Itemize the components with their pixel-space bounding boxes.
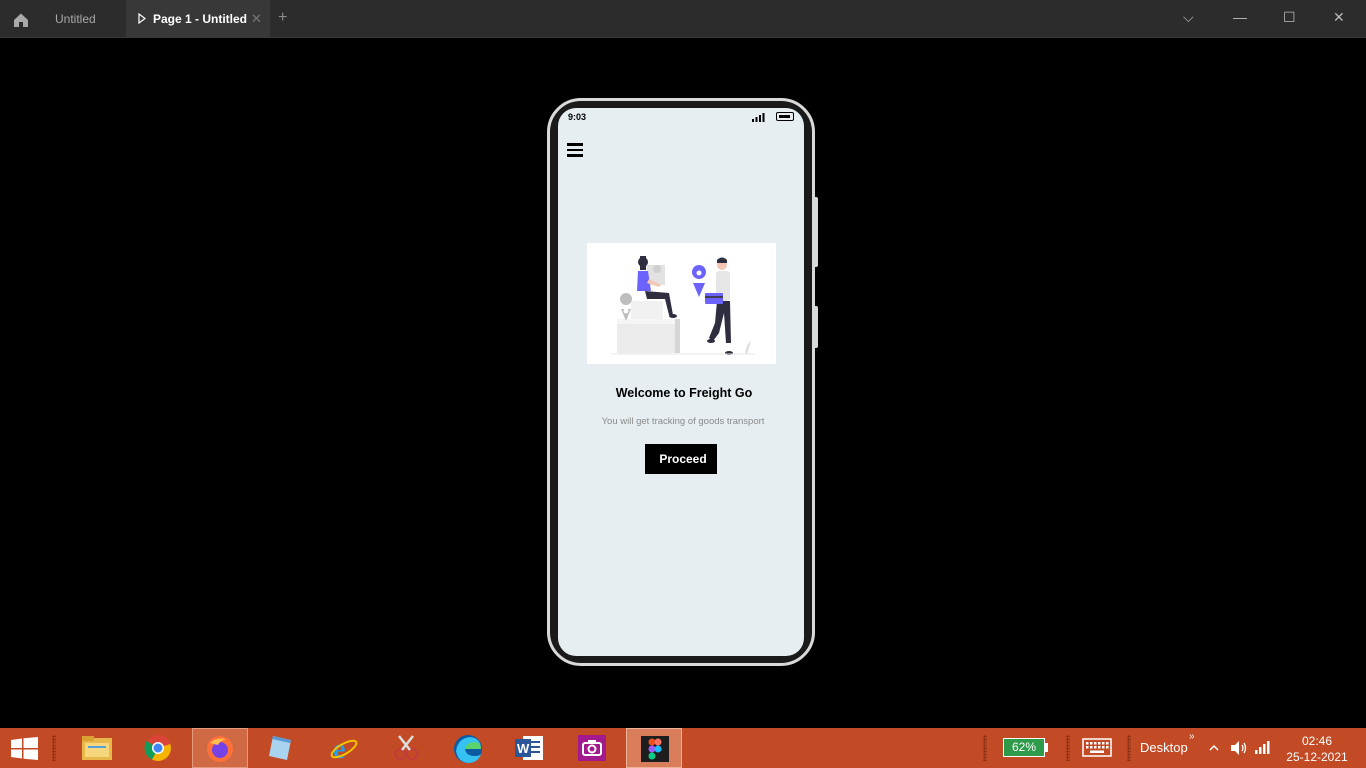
signal-icon [752, 113, 765, 122]
figma-app[interactable] [626, 728, 682, 768]
close-window-button[interactable]: ✕ [1333, 9, 1345, 26]
clock-date: 25-12-2021 [1286, 750, 1348, 764]
hamburger-menu-icon[interactable] [567, 143, 583, 157]
network-signal-icon[interactable] [1255, 740, 1271, 754]
file-explorer-app[interactable] [69, 728, 125, 768]
camera-app[interactable] [564, 728, 620, 768]
desktop-toolbar-chevron-icon[interactable]: » [1189, 731, 1195, 742]
prototype-play-icon [138, 13, 146, 24]
tab-page-1[interactable]: Page 1 - Untitled ✕ [126, 0, 270, 38]
figma-title-bar: Untitled Page 1 - Untitled ✕ + ⌵ — ☐ ✕ [0, 0, 1366, 38]
tab-untitled[interactable]: Untitled [55, 12, 96, 26]
close-tab-icon[interactable]: ✕ [251, 11, 262, 27]
windows-start-icon[interactable] [11, 737, 38, 760]
word-app[interactable]: W [502, 728, 558, 768]
chrome-icon [144, 735, 171, 762]
word-icon: W [515, 736, 543, 760]
tab-label: Page 1 - Untitled [153, 12, 248, 26]
clock-time: 02:46 [1301, 734, 1333, 748]
taskbar-grip [1066, 735, 1070, 761]
svg-text:W: W [517, 741, 530, 756]
notepad-icon [269, 736, 291, 760]
proceed-button[interactable]: Proceed [645, 444, 717, 474]
dropdown-icon[interactable]: ⌵ [1183, 9, 1194, 26]
taskbar-grip [1127, 735, 1131, 761]
camera-icon [578, 735, 606, 761]
phone-side-button [815, 197, 818, 267]
battery-indicator[interactable]: 62% [1003, 738, 1045, 757]
home-icon[interactable] [12, 11, 30, 29]
phone-side-button [815, 306, 818, 348]
firefox-icon [207, 736, 233, 762]
minimize-button[interactable]: — [1233, 9, 1247, 25]
snipping-tool-icon [394, 735, 418, 760]
maximize-button[interactable]: ☐ [1283, 9, 1296, 26]
edge-app[interactable] [440, 728, 496, 768]
battery-tip [1045, 743, 1048, 752]
taskbar-grip [983, 735, 987, 761]
internet-explorer-icon: e [330, 734, 358, 762]
welcome-title: Welcome to Freight Go [615, 386, 753, 400]
volume-icon[interactable] [1230, 740, 1248, 756]
delivery-illustration [587, 243, 776, 364]
taskbar-grip [52, 735, 56, 761]
figma-icon [641, 736, 669, 762]
internet-explorer-app[interactable]: e [316, 728, 372, 768]
welcome-subtitle: You will get tracking of goods transport [601, 416, 765, 427]
chrome-app[interactable] [131, 728, 187, 768]
file-explorer-icon [82, 736, 112, 760]
notepad-app[interactable] [254, 728, 310, 768]
status-time: 9:03 [568, 112, 587, 122]
desktop-toolbar-label[interactable]: Desktop [1140, 740, 1188, 755]
paint-app[interactable] [378, 728, 434, 768]
system-clock[interactable]: 02:46 25-12-2021 [1284, 733, 1350, 765]
touch-keyboard-icon[interactable] [1082, 738, 1112, 757]
add-tab-button[interactable]: + [278, 9, 287, 27]
battery-icon [776, 112, 794, 121]
phone-screen: 9:03 Welcome to Freight Go You will get … [558, 108, 804, 656]
firefox-app[interactable] [192, 728, 248, 768]
edge-icon [454, 735, 482, 763]
show-hidden-icons[interactable] [1209, 744, 1219, 752]
